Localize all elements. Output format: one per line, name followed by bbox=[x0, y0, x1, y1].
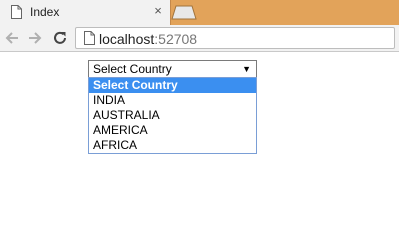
url-text: localhost:52708 bbox=[99, 30, 197, 48]
forward-arrow-icon[interactable] bbox=[26, 28, 44, 48]
back-arrow-icon[interactable] bbox=[3, 28, 21, 48]
browser-toolbar: localhost:52708 bbox=[0, 25, 399, 52]
option-america[interactable]: AMERICA bbox=[89, 123, 256, 138]
option-australia[interactable]: AUSTRALIA bbox=[89, 108, 256, 123]
close-tab-icon[interactable]: × bbox=[152, 3, 164, 19]
option-africa[interactable]: AFRICA bbox=[89, 138, 256, 153]
reload-icon[interactable] bbox=[51, 28, 69, 48]
url-host: localhost bbox=[99, 31, 155, 47]
url-port: :52708 bbox=[154, 31, 198, 47]
option-select-country[interactable]: Select Country bbox=[89, 78, 256, 93]
new-tab-button[interactable] bbox=[171, 5, 197, 20]
dropdown-arrow-icon[interactable]: ▼ bbox=[242, 62, 251, 77]
address-bar[interactable]: localhost:52708 bbox=[75, 27, 395, 49]
tab-strip: Index × bbox=[0, 0, 399, 25]
tab-title: Index bbox=[30, 5, 60, 19]
country-select[interactable]: Select Country ▼ bbox=[88, 60, 257, 78]
document-icon bbox=[11, 5, 22, 19]
page-icon bbox=[84, 31, 95, 45]
select-value: Select Country bbox=[93, 62, 172, 76]
country-dropdown-list: Select Country INDIA AUSTRALIA AMERICA A… bbox=[88, 77, 257, 154]
tab-index[interactable]: Index × bbox=[0, 0, 171, 25]
option-india[interactable]: INDIA bbox=[89, 93, 256, 108]
